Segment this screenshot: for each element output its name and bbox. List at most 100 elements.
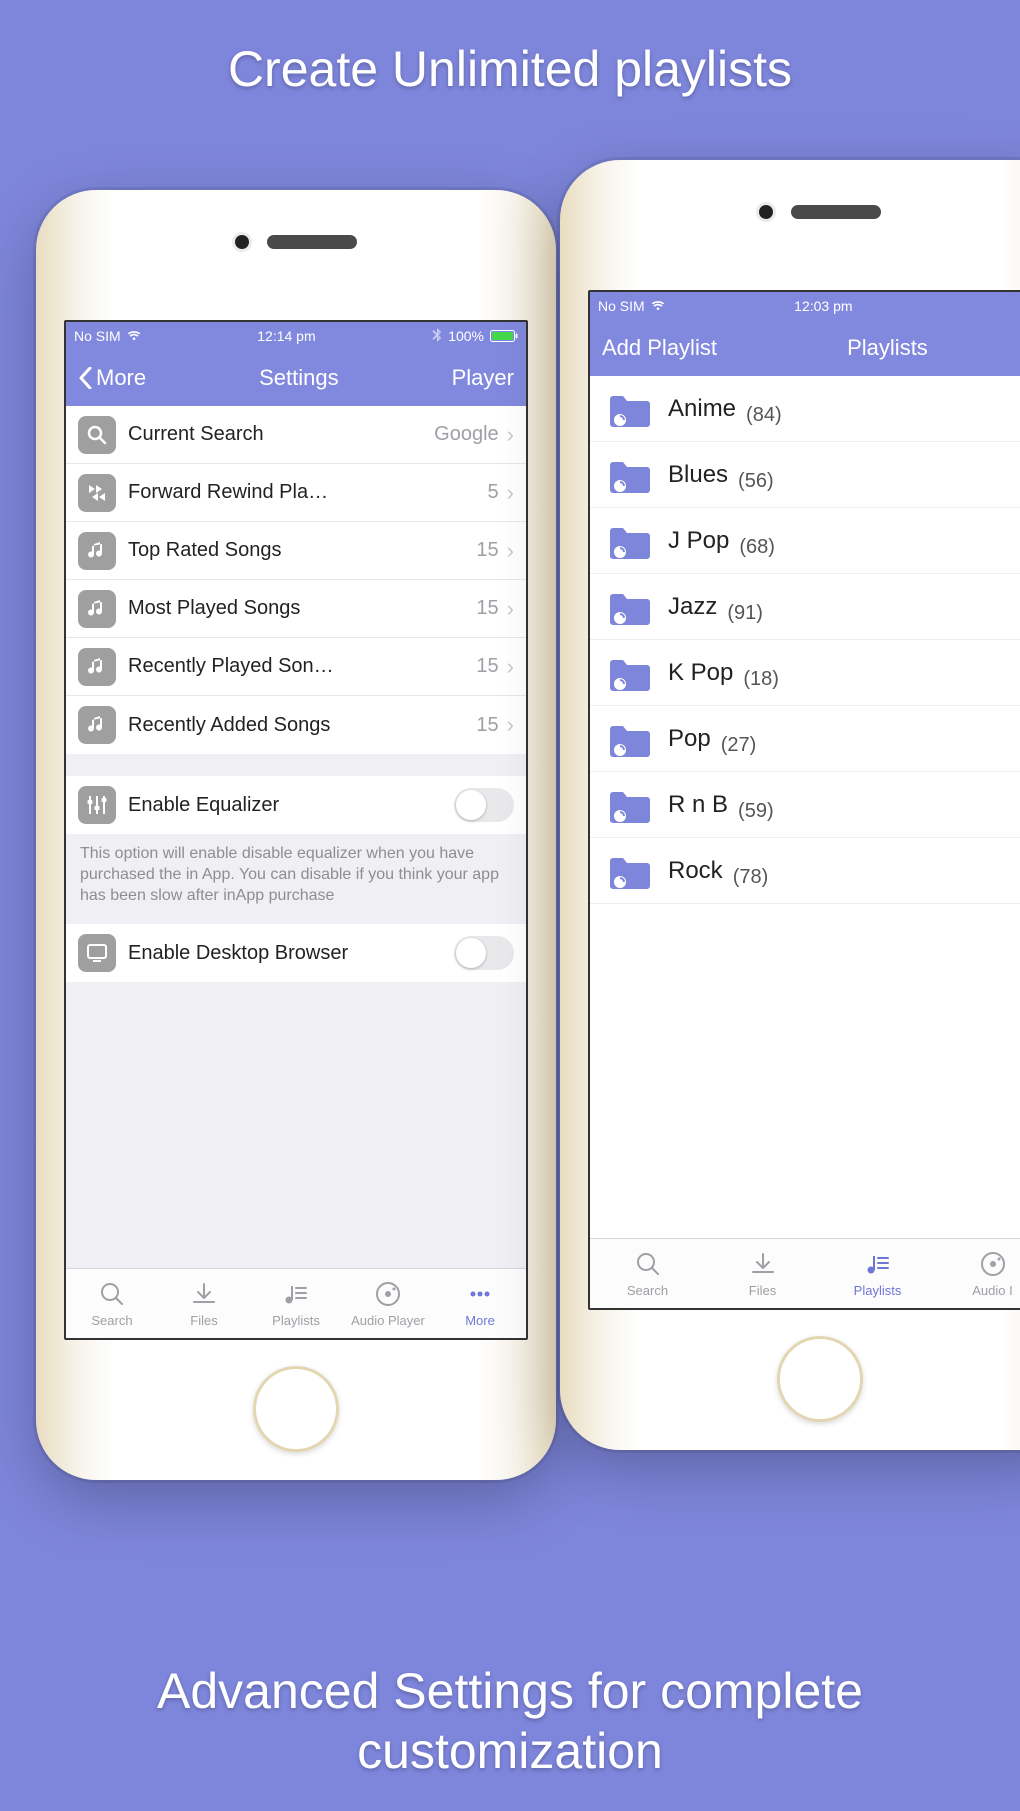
settings-row-label: Recently Played Son…: [128, 655, 468, 678]
settings-row-4[interactable]: Recently Played Son… 15 ›: [66, 638, 526, 696]
settings-row-3[interactable]: Most Played Songs15›: [66, 580, 526, 638]
camera-dot-icon: [235, 235, 249, 249]
wifi-icon: [127, 328, 141, 344]
status-time: 12:03 pm: [794, 298, 852, 314]
folder-icon: [608, 855, 652, 887]
equalizer-label: Enable Equalizer: [128, 794, 446, 817]
playlists-tab-icon: [864, 1250, 892, 1281]
playlist-name: Jazz: [668, 593, 717, 621]
settings-row-label: Top Rated Songs: [128, 539, 468, 562]
playlist-count: (59): [738, 800, 774, 837]
settings-row-label: Recently Added Songs: [128, 714, 468, 737]
folder-icon: [608, 393, 652, 425]
chevron-right-icon: ›: [507, 422, 514, 448]
status-bar-right: No SIM 12:03 pm: [590, 292, 1020, 320]
back-label: More: [96, 365, 146, 391]
chevron-right-icon: ›: [507, 596, 514, 622]
battery-percent: 100%: [448, 328, 484, 344]
settings-row-label: Current Search: [128, 423, 426, 446]
settings-row-value: 15: [476, 597, 498, 620]
audio-tab-icon: [374, 1280, 402, 1311]
playlist-row-blues[interactable]: Blues(56): [590, 442, 1020, 508]
home-button[interactable]: [253, 1366, 339, 1452]
tab-audio[interactable]: Audio I: [953, 1250, 1020, 1298]
section-spacer: [66, 754, 526, 776]
playlist-row-rock[interactable]: Rock(78): [590, 838, 1020, 904]
search-icon: [78, 416, 116, 454]
playlist-name: J Pop: [668, 527, 729, 555]
phone-earpiece: [560, 205, 1020, 219]
desktop-icon: [78, 934, 116, 972]
tab-label: Files: [749, 1283, 776, 1298]
tab-label: Search: [627, 1283, 668, 1298]
equalizer-toggle[interactable]: [454, 788, 514, 822]
nav-title: Playlists: [817, 335, 928, 361]
bluetooth-icon: [432, 328, 442, 345]
tab-search[interactable]: Search: [608, 1250, 688, 1298]
playlist-row-anime[interactable]: Anime(84): [590, 376, 1020, 442]
playlist-row-r-n-b[interactable]: R n B(59): [590, 772, 1020, 838]
settings-row-2[interactable]: Top Rated Songs15›: [66, 522, 526, 580]
back-button[interactable]: More: [78, 365, 146, 391]
settings-row-1[interactable]: Forward Rewind Pla… 5 ›: [66, 464, 526, 522]
add-playlist-button[interactable]: Add Playlist: [602, 335, 717, 361]
chevron-right-icon: ›: [507, 654, 514, 680]
files-tab-icon: [190, 1280, 218, 1311]
playlist-count: (56): [738, 470, 774, 507]
equalizer-footer-text: This option will enable disable equalize…: [66, 834, 526, 920]
more-tab-icon: [466, 1280, 494, 1311]
status-bar-left: No SIM 12:14 pm 100%: [66, 322, 526, 350]
phone-left: No SIM 12:14 pm 100% More Sett: [36, 190, 556, 1480]
playlist-count: (91): [727, 602, 763, 639]
settings-row-value: 15: [476, 714, 498, 737]
tab-search[interactable]: Search: [72, 1280, 152, 1328]
tab-more[interactable]: More: [440, 1280, 520, 1328]
wifi-icon: [651, 298, 665, 314]
equalizer-toggle-row[interactable]: Enable Equalizer: [66, 776, 526, 834]
folder-icon: [608, 723, 652, 755]
settings-row-5[interactable]: Recently Added Songs 15 ›: [66, 696, 526, 754]
desktop-browser-toggle-row[interactable]: Enable Desktop Browser: [66, 924, 526, 982]
tab-playlists[interactable]: Playlists: [838, 1250, 918, 1298]
playlist-name: Rock: [668, 857, 723, 885]
music-icon: [78, 648, 116, 686]
settings-row-value: 5: [488, 481, 499, 504]
tab-bar-right: Search Files Playlists Audio I: [590, 1238, 1020, 1308]
chevron-right-icon: ›: [507, 712, 514, 738]
battery-icon: [490, 330, 518, 342]
playlist-count: (18): [743, 668, 779, 705]
folder-icon: [608, 789, 652, 821]
chevron-right-icon: ›: [507, 480, 514, 506]
settings-row-0[interactable]: Current SearchGoogle›: [66, 406, 526, 464]
playlist-count: (84): [746, 404, 782, 441]
tab-playlists[interactable]: Playlists: [256, 1280, 336, 1328]
settings-row-value: 15: [476, 655, 498, 678]
search-tab-icon: [98, 1280, 126, 1311]
files-tab-icon: [749, 1250, 777, 1281]
desktop-toggle[interactable]: [454, 936, 514, 970]
tab-label: Playlists: [854, 1283, 902, 1298]
tab-label: More: [465, 1313, 495, 1328]
music-icon: [78, 590, 116, 628]
playlist-row-pop[interactable]: Pop(27): [590, 706, 1020, 772]
playlist-row-j-pop[interactable]: J Pop (68): [590, 508, 1020, 574]
playlist-count: (68): [739, 536, 775, 573]
tab-files[interactable]: Files: [723, 1250, 803, 1298]
folder-icon: [608, 657, 652, 689]
phone-earpiece: [36, 235, 556, 249]
earpiece-icon: [267, 235, 357, 249]
screen-settings: No SIM 12:14 pm 100% More Sett: [64, 320, 528, 1340]
playlist-row-k-pop[interactable]: K Pop (18): [590, 640, 1020, 706]
folder-icon: [608, 591, 652, 623]
phone-right: No SIM 12:03 pm Add Playlist Playlists A…: [560, 160, 1020, 1450]
playlist-name: K Pop: [668, 659, 733, 687]
tab-files[interactable]: Files: [164, 1280, 244, 1328]
player-button[interactable]: Player: [452, 365, 514, 391]
tab-audio[interactable]: Audio Player: [348, 1280, 428, 1328]
home-button[interactable]: [777, 1336, 863, 1422]
player-label: Player: [452, 365, 514, 391]
tab-label: Playlists: [272, 1313, 320, 1328]
settings-row-label: Forward Rewind Pla…: [128, 481, 480, 504]
fwdrwd-icon: [78, 474, 116, 512]
playlist-row-jazz[interactable]: Jazz (91): [590, 574, 1020, 640]
